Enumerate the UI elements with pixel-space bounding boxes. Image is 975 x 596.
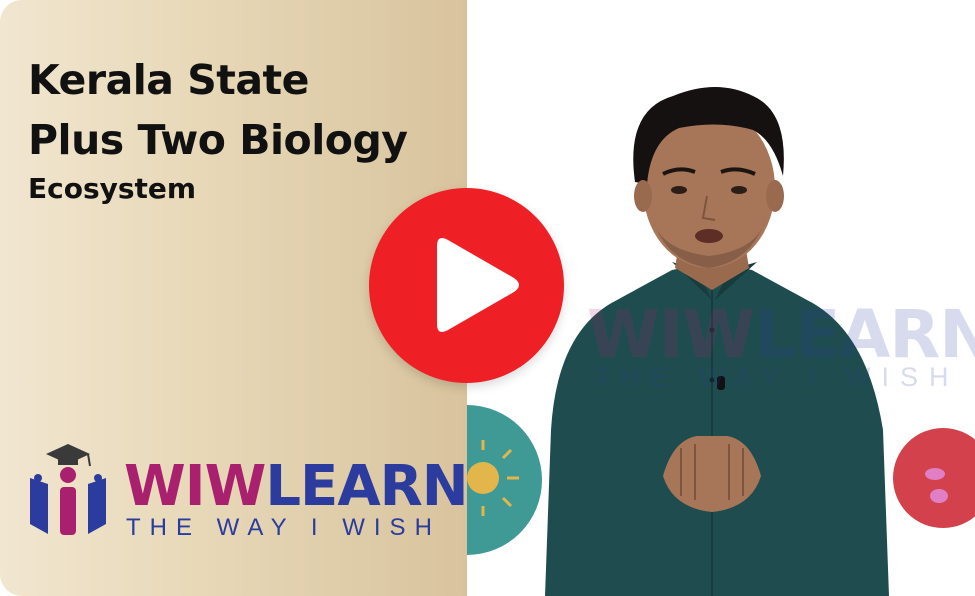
video-card[interactable]: Kerala State Plus Two Biology Ecosystem … bbox=[0, 0, 975, 596]
course-title-line: Plus Two Biology bbox=[28, 116, 408, 164]
course-title: Kerala State Plus Two Biology bbox=[28, 50, 408, 170]
wiwlearn-logo: WIWLEARN THE WAY I WISH bbox=[24, 440, 469, 550]
chapter-subtitle: Ecosystem bbox=[28, 172, 197, 205]
logo-tagline: THE WAY I WISH bbox=[126, 514, 441, 541]
logo-wordmark: WIWLEARN bbox=[124, 454, 469, 519]
video-watermark-tagline: THE WAY I WISH bbox=[593, 362, 960, 392]
logo-word-part1: WIW bbox=[124, 454, 266, 519]
course-title-line: Kerala State bbox=[28, 56, 309, 104]
play-icon bbox=[437, 238, 519, 332]
logo-word-part2: LEARN bbox=[265, 454, 468, 519]
play-button[interactable] bbox=[369, 188, 564, 383]
logo-emblem-icon bbox=[30, 444, 106, 535]
